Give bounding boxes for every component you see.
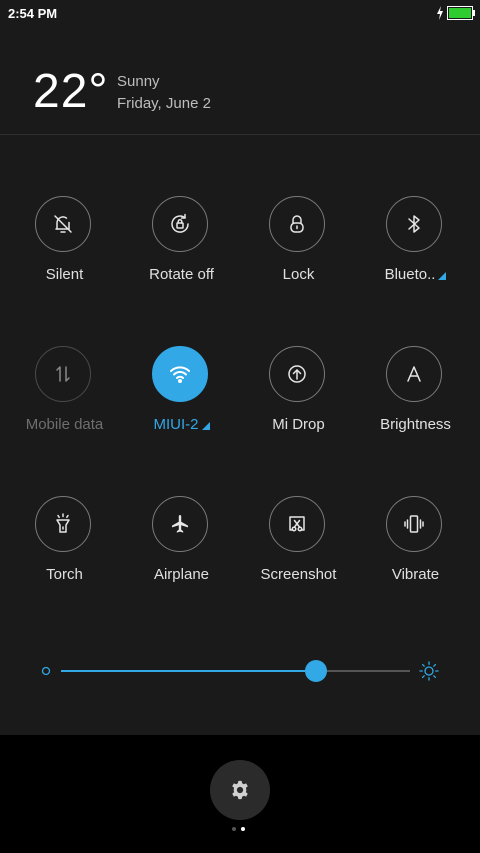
tile-label: Screenshot [260, 566, 337, 583]
bluetooth-icon [408, 215, 420, 233]
tile-torch[interactable]: Torch [6, 496, 123, 606]
screenshot-icon [289, 516, 305, 532]
tile-vibrate-button[interactable] [386, 496, 442, 552]
tile-silent[interactable]: Silent [6, 196, 123, 306]
tile-label: Vibrate [391, 566, 440, 583]
charging-icon [437, 6, 443, 20]
tile-wifi[interactable]: MIUI-2 [123, 346, 240, 456]
vibrate-icon [404, 515, 424, 533]
rotate-lock-icon [171, 213, 189, 233]
tile-wifi-button[interactable] [152, 346, 208, 402]
date-label: Friday, June 2 [117, 95, 211, 112]
brightness-slider[interactable] [61, 660, 410, 682]
tile-rotate[interactable]: Rotate off [123, 196, 240, 306]
bell-off-icon [54, 215, 72, 233]
tile-silent-button[interactable] [35, 196, 91, 252]
tile-bluetooth-button[interactable] [386, 196, 442, 252]
tile-mobile-data-button[interactable] [35, 346, 91, 402]
tile-label-row: Blueto.. [357, 266, 474, 283]
tile-brightness[interactable]: Brightness [357, 346, 474, 456]
tile-screenshot[interactable]: Screenshot [240, 496, 357, 606]
page-dot [241, 827, 245, 831]
brightness-slider-row [0, 655, 480, 687]
brightness-slider-thumb[interactable] [305, 660, 327, 682]
airplane-icon [172, 515, 188, 533]
tile-label: Mobile data [25, 416, 104, 433]
flashlight-icon [56, 513, 70, 533]
tile-label: Torch [46, 566, 83, 583]
battery-icon [447, 6, 475, 20]
settings-button[interactable] [210, 760, 270, 820]
tile-lock[interactable]: Lock [240, 196, 357, 306]
tile-lock-button[interactable] [269, 196, 325, 252]
temperature: 22° [33, 65, 109, 118]
weather-condition: Sunny [117, 73, 160, 90]
wifi-icon [170, 366, 190, 383]
auto-brightness-icon [407, 366, 421, 382]
tile-airplane-button[interactable] [152, 496, 208, 552]
tile-screenshot-button[interactable] [269, 496, 325, 552]
lock-icon [290, 215, 304, 233]
brightness-low-icon [41, 666, 51, 676]
status-bar: 2:54 PM [0, 0, 480, 28]
mi-drop-icon [288, 365, 306, 383]
mobile-data-icon [56, 366, 70, 382]
tile-mobile-data[interactable]: Mobile data [6, 346, 123, 456]
tile-label: Mi Drop [272, 416, 325, 433]
more-options-icon[interactable] [201, 422, 210, 430]
tile-label: Blueto.. [384, 266, 436, 283]
tile-airplane[interactable]: Airplane [123, 496, 240, 606]
brightness-slider-fill [61, 670, 316, 672]
status-time: 2:54 PM [8, 6, 58, 21]
tile-label: Lock [282, 266, 315, 283]
header-divider [0, 134, 480, 135]
tile-vibrate[interactable]: Vibrate [357, 496, 474, 606]
tile-label: MIUI-2 [153, 416, 199, 433]
brightness-high-icon [419, 661, 439, 681]
page-indicator [232, 827, 248, 833]
weather-widget[interactable]: 22° Sunny Friday, June 2 [0, 28, 480, 134]
tile-label: Airplane [153, 566, 210, 583]
page-dot [232, 827, 236, 831]
tile-label-row: MIUI-2 [123, 416, 240, 433]
tile-label: Rotate off [149, 266, 214, 283]
tile-label: Silent [45, 266, 84, 283]
more-options-icon[interactable] [438, 272, 447, 280]
gear-icon [232, 780, 248, 800]
tile-label: Brightness [380, 416, 451, 433]
tile-mi-drop-button[interactable] [269, 346, 325, 402]
tile-torch-button[interactable] [35, 496, 91, 552]
tile-mi-drop[interactable]: Mi Drop [240, 346, 357, 456]
tile-rotate-button[interactable] [152, 196, 208, 252]
tile-bluetooth[interactable]: Blueto.. [357, 196, 474, 306]
tile-brightness-button[interactable] [386, 346, 442, 402]
